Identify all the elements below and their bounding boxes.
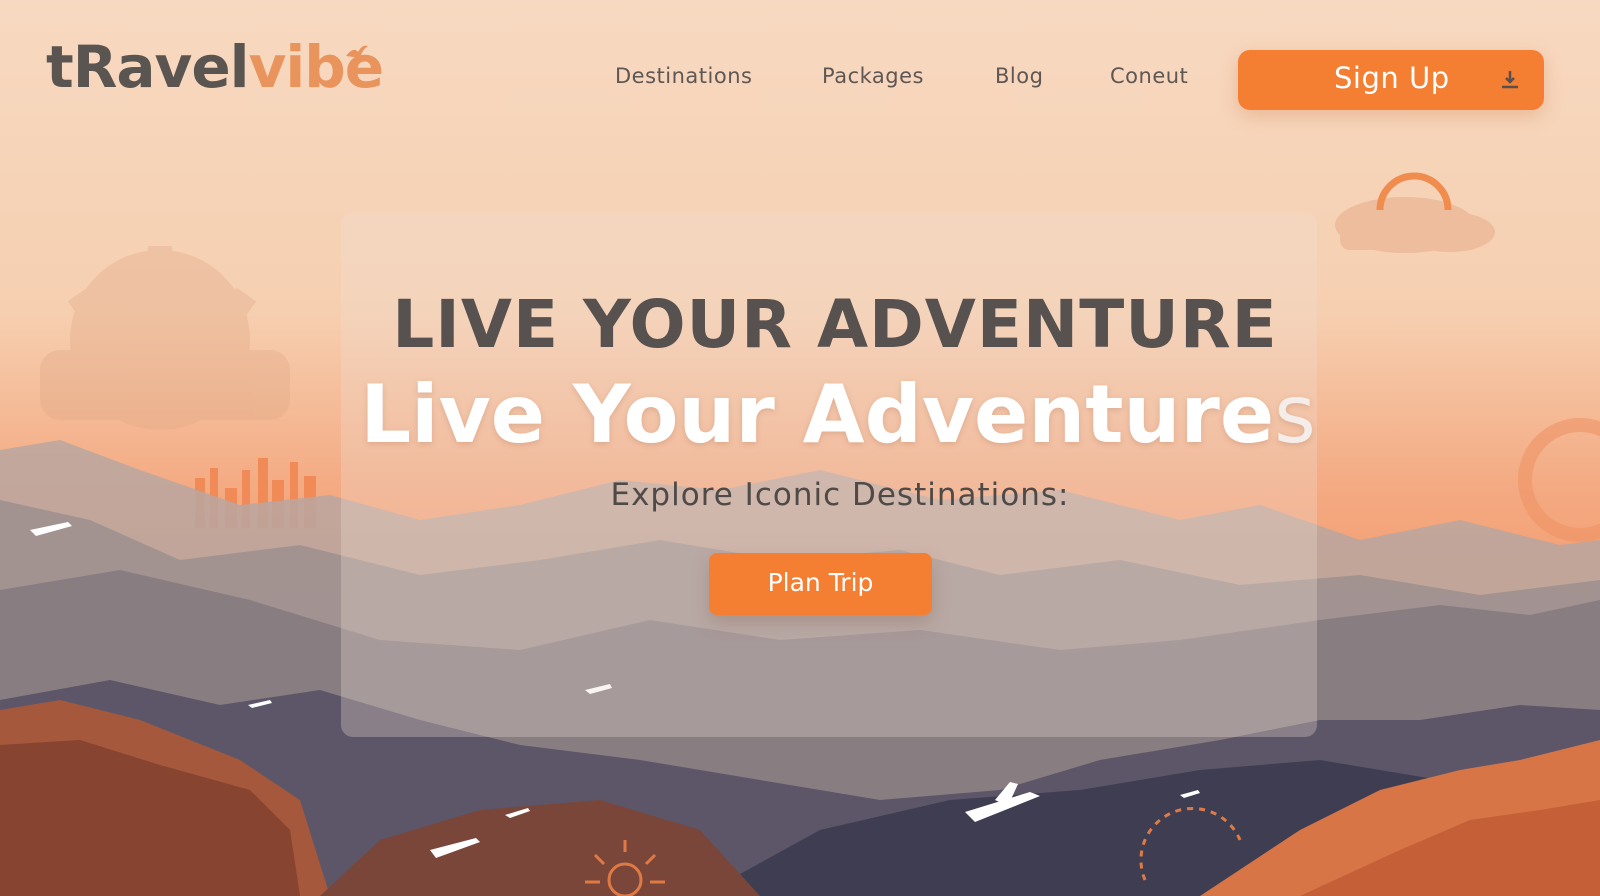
plan-trip-button[interactable]: Plan Trip [709,553,932,615]
hero-headline: LIVE YOUR ADVENTURE [392,286,1278,363]
logo-text-part1: tRavel [46,33,250,101]
plan-trip-label: Plan Trip [767,568,874,597]
hero-tagline: Explore Iconic Destinations: [610,477,1070,513]
bird-icon [346,45,368,58]
nav-link-destinations[interactable]: Destinations [615,64,752,88]
upload-icon [1502,71,1518,89]
hero-subheadline: Live Your Adventures [0,368,1600,461]
signup-button[interactable]: Sign Up [1238,50,1544,110]
hero-subheadline-tail: s [1274,368,1316,461]
nav-link-packages[interactable]: Packages [822,64,924,88]
nav-link-blog[interactable]: Blog [995,64,1043,88]
signup-label: Sign Up [1334,61,1450,95]
hero-subheadline-main: Live Your Adventure [360,368,1275,461]
site-header: tRavelvibe Destinations Packages Blog Co… [0,0,1600,160]
brand-logo[interactable]: tRavelvibe [46,38,384,96]
nav-link-coneut[interactable]: Coneut [1110,64,1188,88]
